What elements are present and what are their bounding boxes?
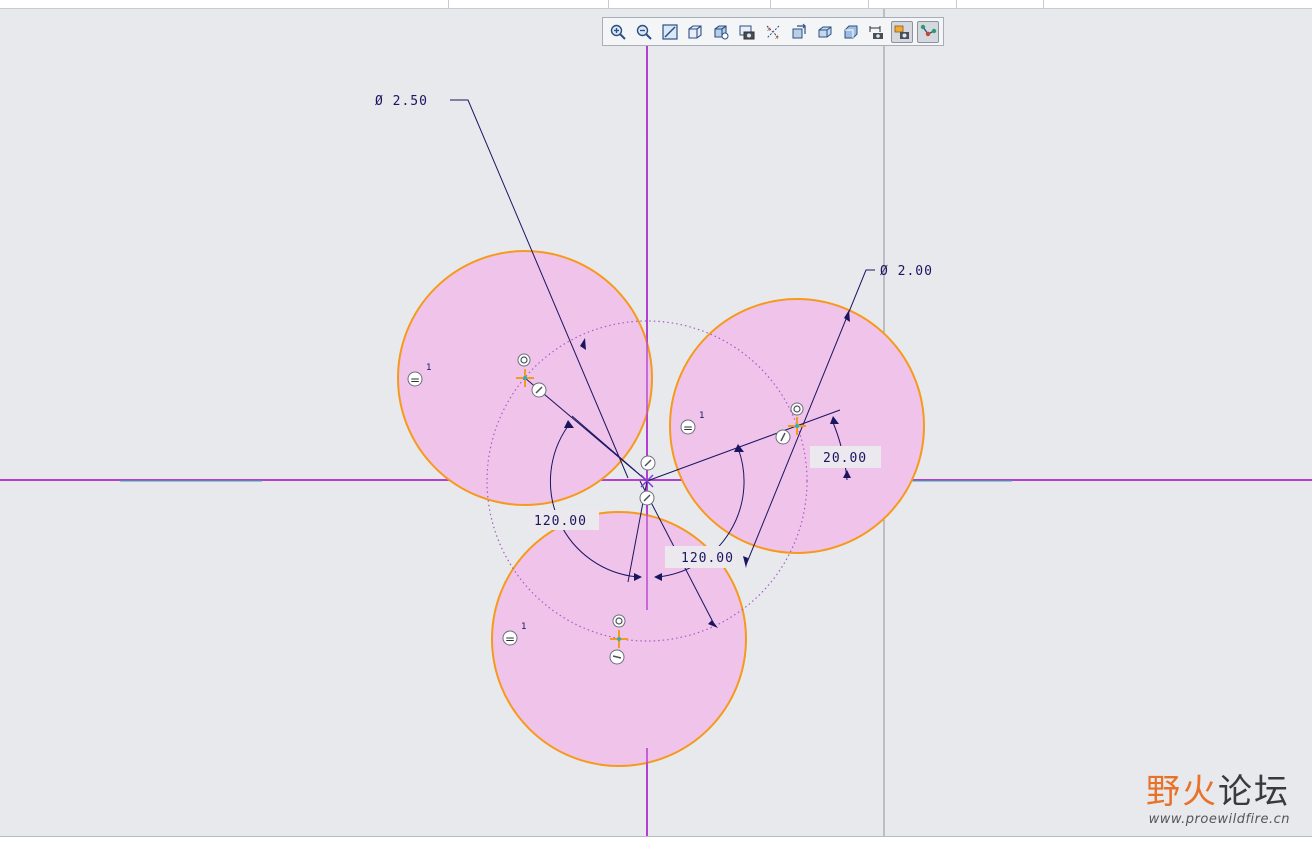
point-on-entity-icon[interactable] [531,382,547,398]
saved-orientations-icon [714,24,729,39]
dimension-angle-20[interactable]: 20.00 [823,451,867,466]
equal-constraint-index: 1 [426,363,432,373]
svg-text:=: = [410,373,420,387]
watermark-url: www.proewildfire.cn [1148,812,1290,827]
point-on-entity-icon[interactable] [775,429,791,445]
refit-button[interactable] [659,21,681,43]
svg-text:=: = [505,632,515,646]
sketcher-display-button[interactable] [865,21,887,43]
equal-constraint-index: 1 [699,411,705,421]
refit-icon [662,23,678,40]
constraint-display-icon [894,25,910,39]
vertex-display-icon [920,24,937,36]
display-style-icon [688,24,703,39]
svg-text:x: x [775,34,779,41]
zoom-in-button[interactable] [607,21,629,43]
dimension-small-diameter[interactable]: Ø 2.00 [880,264,933,279]
svg-text:x: x [767,26,771,33]
equal-constraint-icon[interactable]: = [407,371,423,387]
equal-constraint-icon[interactable]: = [680,419,696,435]
sketch-canvas[interactable]: Ø 2.50 Ø 2.00 20.00 120.00 120.00 = 1 = … [0,0,1312,844]
point-on-entity-icon[interactable] [609,649,625,665]
point-on-entity-icon[interactable] [640,455,656,471]
sketcher-display-icon [869,25,884,39]
spin-center-button[interactable] [788,21,810,43]
equal-constraint-index: 1 [521,622,527,632]
spin-center-icon [792,23,806,38]
view-manager-button[interactable] [736,21,758,43]
zoom-out-button[interactable] [633,21,655,43]
datum-display-button[interactable]: x x [762,21,784,43]
dimension-angle-120-right[interactable]: 120.00 [681,551,734,566]
zoom-out-icon [636,24,652,40]
point-on-entity-icon[interactable] [639,490,655,506]
equal-constraint-icon[interactable]: = [502,630,518,646]
sketch-view-button[interactable] [840,21,862,43]
view-manager-icon [739,25,755,39]
coincident-constraint-icon[interactable] [517,353,531,367]
constraint-display-button[interactable] [891,20,914,43]
status-bar [0,836,1312,844]
graphics-toolbar: x x [602,17,944,46]
saved-orientations-button[interactable] [710,21,732,43]
watermark-logo: 野火论坛 [1146,772,1290,812]
sketch-view-icon [844,25,858,38]
coincident-constraint-icon[interactable] [612,614,626,628]
annotation-display-button[interactable] [814,21,836,43]
dimension-large-diameter[interactable]: Ø 2.50 [375,94,428,109]
zoom-in-icon [610,24,626,40]
forum-watermark: 野火论坛 www.proewildfire.cn [1146,772,1290,827]
display-style-button[interactable] [685,21,707,43]
svg-text:=: = [683,421,693,435]
vertex-display-button[interactable] [917,20,939,43]
datum-display-icon: x x [766,25,780,41]
sketcher-window: Ø 2.50 Ø 2.00 20.00 120.00 120.00 = 1 = … [0,0,1312,844]
dimension-angle-120-left[interactable]: 120.00 [534,514,587,529]
coincident-constraint-icon[interactable] [790,402,804,416]
annotation-display-icon [818,26,832,37]
